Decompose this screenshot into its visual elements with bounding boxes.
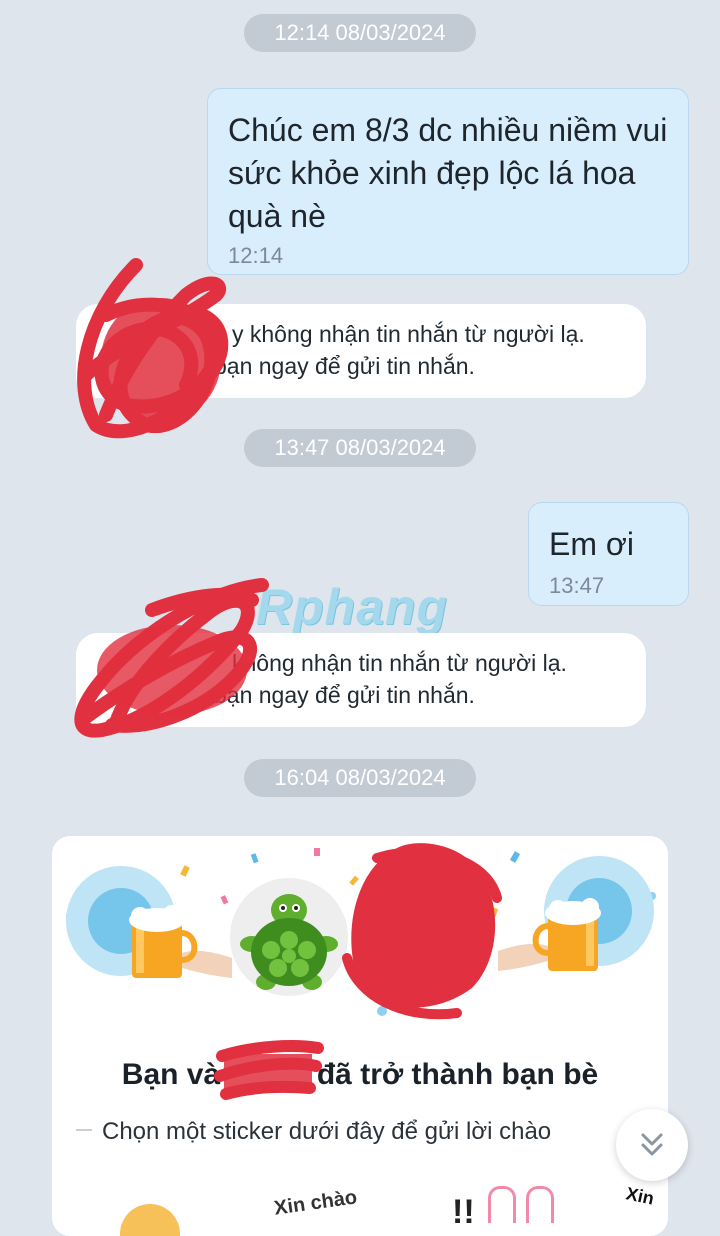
- sticker-item[interactable]: !!: [452, 1186, 554, 1232]
- scroll-to-bottom-button[interactable]: [616, 1109, 688, 1181]
- double-chevron-down-icon: [641, 1133, 663, 1156]
- timestamp-divider: 13:47 08/03/2024: [244, 429, 476, 467]
- new-friend-card: Bạn và đã trở thành bạn bè Chọn một stic…: [52, 836, 668, 1236]
- stranger-notice: y không nhận tin nhắn từ người lạ. bạn n…: [76, 304, 646, 398]
- notice-line: y không nhận tin nhắn từ người lạ.: [232, 321, 585, 347]
- notice-line: không nhận tin nhắn từ người lạ.: [232, 650, 567, 676]
- sticker-row[interactable]: Xin chào !! Xin: [52, 1183, 668, 1236]
- friend-card-title: Bạn và đã trở thành bạn bè: [52, 1058, 668, 1092]
- timestamp-divider: 12:14 08/03/2024: [244, 14, 476, 52]
- notice-line: bạn ngay để gửi tin nhắn.: [214, 682, 475, 708]
- beer-mug-icon: [129, 905, 232, 978]
- turtle-avatar-icon: [240, 894, 338, 990]
- message-time: 12:14: [228, 243, 284, 268]
- stranger-notice: không nhận tin nhắn từ người lạ. bạn nga…: [76, 633, 646, 727]
- avatar: [230, 878, 348, 996]
- message-time: 13:47: [549, 573, 605, 598]
- divider: [76, 1129, 92, 1131]
- message-text: Chúc em 8/3 dc nhiều niềm vui sức khỏe x…: [228, 112, 668, 234]
- sticker-item[interactable]: [120, 1204, 180, 1236]
- sticker-label: !!: [452, 1193, 475, 1231]
- outgoing-message[interactable]: Em ơi 13:47: [528, 502, 689, 606]
- watermark-logo: Rphang: [256, 579, 449, 635]
- sticker-item[interactable]: Xin chào: [273, 1186, 359, 1220]
- title-suffix: đã trở thành bạn bè: [316, 1058, 599, 1091]
- title-prefix: Bạn và: [121, 1058, 221, 1091]
- message-text: Em ơi: [549, 526, 634, 562]
- friend-card-subtitle: Chọn một sticker dưới đây để gửi lời chà…: [102, 1118, 552, 1145]
- notice-line: bạn ngay để gửi tin nhắn.: [214, 353, 475, 379]
- sticker-item[interactable]: Xin: [624, 1183, 656, 1209]
- outgoing-message[interactable]: Chúc em 8/3 dc nhiều niềm vui sức khỏe x…: [207, 88, 689, 275]
- timestamp-divider: 16:04 08/03/2024: [244, 759, 476, 797]
- beer-mug-icon: [498, 898, 601, 971]
